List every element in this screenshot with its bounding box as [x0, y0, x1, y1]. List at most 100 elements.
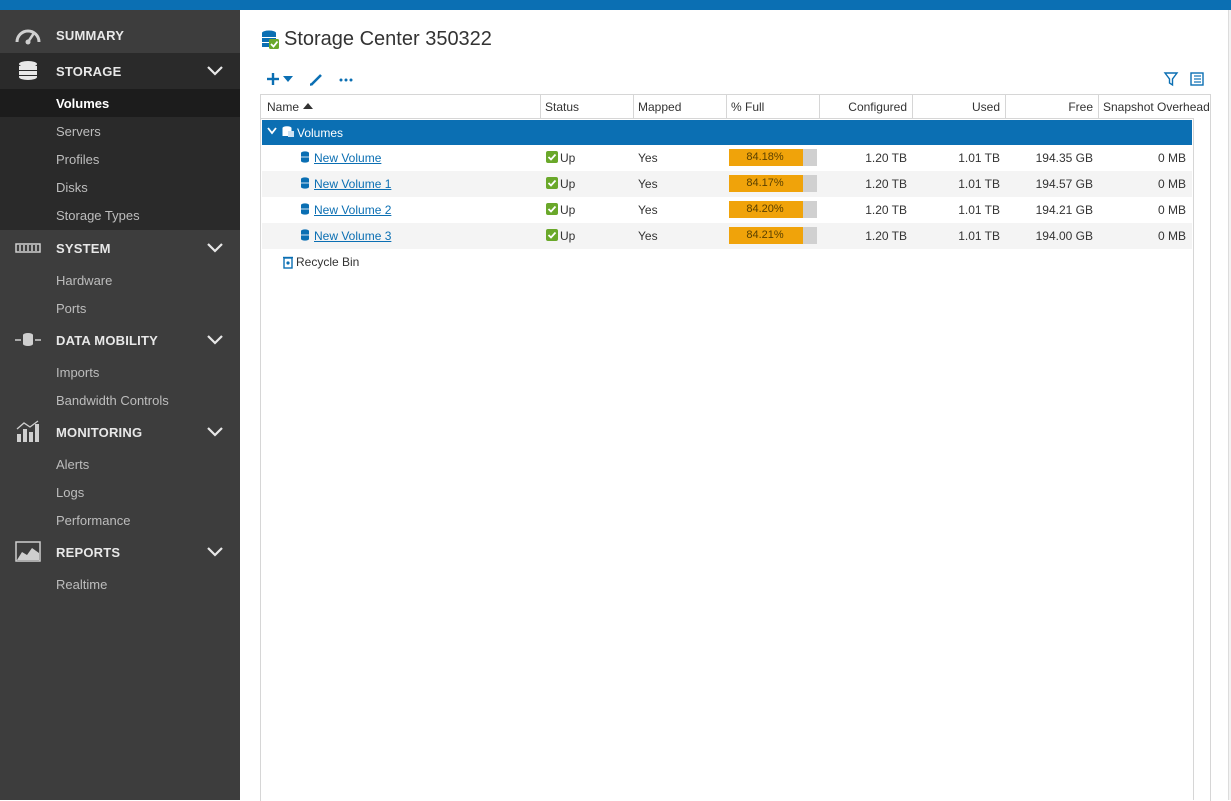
table-row[interactable]: New Volume 2 Up Yes 84.20% 1.20 TB 1.01 TB 194… [262, 197, 1192, 223]
volume-icon [301, 229, 309, 241]
reports-submenu: Realtime [0, 570, 240, 598]
chevron-down-icon[interactable] [206, 64, 224, 78]
status-ok-icon [546, 229, 558, 241]
nav-data-mobility-label: DATA MOBILITY [56, 333, 159, 348]
snapshot-overhead-value: 0 MB [1157, 177, 1186, 191]
sidebar-item-ports[interactable]: Ports [0, 294, 240, 322]
column-header-name[interactable]: Name [261, 95, 541, 118]
chevron-down-icon[interactable] [206, 425, 224, 439]
used-value: 1.01 TB [958, 151, 1000, 165]
percent-full-label: 84.18% [746, 151, 784, 163]
table-row[interactable]: New Volume Up Yes 84.18% 1.20 TB 1.01 TB 194.3… [262, 145, 1192, 171]
sidebar-item-profiles[interactable]: Profiles [0, 145, 240, 173]
nav-monitoring-label: MONITORING [56, 425, 143, 440]
recycle-bin-label: Recycle Bin [296, 255, 360, 269]
mapped-value: Yes [638, 203, 658, 217]
more-icon[interactable] [338, 70, 354, 88]
table-row[interactable]: New Volume 1 Up Yes 84.17% 1.20 TB 1.01 TB 194… [262, 171, 1192, 197]
sidebar-item-servers[interactable]: Servers [0, 117, 240, 145]
status-text: Up [560, 151, 576, 165]
column-header-free[interactable]: Free [1006, 95, 1099, 118]
group-label: Volumes [297, 126, 344, 140]
volumes-table: Name Status Mapped % Full Configured Use… [260, 94, 1211, 801]
percent-full-label: 84.17% [746, 177, 784, 189]
column-header-pct-full[interactable]: % Full [727, 95, 820, 118]
percent-full-bar: 84.18% [729, 149, 817, 166]
volumes-group-row[interactable]: Volumes [262, 120, 1192, 145]
percent-full-bar: 84.17% [729, 175, 817, 192]
columns-icon[interactable] [1189, 70, 1205, 88]
column-header-label: Snapshot Overhead [1103, 100, 1210, 114]
nav-system[interactable]: SYSTEM [0, 230, 240, 266]
system-submenu: Hardware Ports [0, 266, 240, 322]
used-value: 1.01 TB [958, 203, 1000, 217]
status-text: Up [560, 229, 576, 243]
sidebar-item-hardware[interactable]: Hardware [0, 266, 240, 294]
sidebar-item-bandwidth-controls[interactable]: Bandwidth Controls [0, 386, 240, 414]
sidebar-item-performance[interactable]: Performance [0, 506, 240, 534]
storage-center-icon [262, 30, 279, 49]
sort-ascending-icon [303, 103, 313, 109]
table-header: Name Status Mapped % Full Configured Use… [261, 95, 1210, 119]
column-header-status[interactable]: Status [541, 95, 634, 118]
recycle-bin-row[interactable]: Recycle Bin [262, 249, 1192, 275]
chevron-down-icon[interactable] [206, 241, 224, 255]
sidebar-item-volumes[interactable]: Volumes [0, 89, 240, 117]
data-mobility-icon [15, 333, 41, 346]
chevron-down-icon[interactable] [206, 333, 224, 347]
sidebar-item-label: Realtime [56, 577, 108, 592]
sidebar-item-storage-types[interactable]: Storage Types [0, 201, 240, 229]
column-header-label: Mapped [638, 100, 682, 114]
chevron-down-icon[interactable] [206, 545, 224, 559]
recycle-bin-icon [283, 256, 293, 269]
sidebar-item-label: Storage Types [56, 208, 140, 223]
storage-submenu: Volumes Servers Profiles Disks Storage T… [0, 89, 240, 230]
nav-data-mobility[interactable]: DATA MOBILITY [0, 322, 240, 358]
free-value: 194.21 GB [1035, 203, 1093, 217]
volume-name-link[interactable]: New Volume 2 [314, 203, 391, 217]
nav-system-label: SYSTEM [56, 241, 111, 256]
configured-value: 1.20 TB [865, 177, 907, 191]
sidebar-item-label: Imports [56, 365, 100, 380]
volume-name-link[interactable]: New Volume 1 [314, 177, 391, 191]
used-value: 1.01 TB [958, 177, 1000, 191]
mapped-value: Yes [638, 229, 658, 243]
column-header-configured[interactable]: Configured [820, 95, 913, 118]
column-header-snapshot-overhead[interactable]: Snapshot Overhead [1099, 95, 1210, 118]
filter-icon[interactable] [1163, 70, 1179, 88]
volume-name-link[interactable]: New Volume 3 [314, 229, 391, 243]
snapshot-overhead-value: 0 MB [1157, 229, 1186, 243]
column-header-mapped[interactable]: Mapped [634, 95, 727, 118]
volume-name-link[interactable]: New Volume [314, 151, 381, 165]
hardware-icon [15, 243, 41, 253]
area-chart-icon [15, 541, 41, 562]
sidebar-item-realtime[interactable]: Realtime [0, 570, 240, 598]
sidebar-item-logs[interactable]: Logs [0, 478, 240, 506]
configured-value: 1.20 TB [865, 151, 907, 165]
nav-storage[interactable]: STORAGE [0, 53, 240, 89]
configured-value: 1.20 TB [865, 229, 907, 243]
data-mobility-submenu: Imports Bandwidth Controls [0, 358, 240, 414]
sidebar-item-imports[interactable]: Imports [0, 358, 240, 386]
sidebar-item-label: Ports [56, 301, 87, 316]
snapshot-overhead-value: 0 MB [1157, 203, 1186, 217]
gauge-icon [15, 29, 41, 45]
free-value: 194.35 GB [1035, 151, 1093, 165]
table-row[interactable]: New Volume 3 Up Yes 84.21% 1.20 TB 1.01 TB 194… [262, 223, 1192, 249]
add-dropdown-icon[interactable] [266, 70, 296, 88]
percent-full-bar: 84.21% [729, 227, 817, 244]
snapshot-overhead-value: 0 MB [1157, 151, 1186, 165]
volume-icon [301, 151, 309, 163]
edit-pencil-icon[interactable] [308, 70, 324, 88]
vertical-scrollbar[interactable] [1193, 118, 1210, 800]
volumes-folder-icon [282, 126, 294, 137]
sidebar-item-alerts[interactable]: Alerts [0, 450, 240, 478]
nav-summary[interactable]: SUMMARY [0, 17, 240, 53]
column-header-used[interactable]: Used [913, 95, 1006, 118]
chevron-down-icon[interactable] [267, 127, 277, 135]
sidebar-item-label: Hardware [56, 273, 113, 288]
nav-monitoring[interactable]: MONITORING [0, 414, 240, 450]
nav-reports-label: REPORTS [56, 545, 121, 560]
nav-reports[interactable]: REPORTS [0, 534, 240, 570]
sidebar-item-disks[interactable]: Disks [0, 173, 240, 201]
